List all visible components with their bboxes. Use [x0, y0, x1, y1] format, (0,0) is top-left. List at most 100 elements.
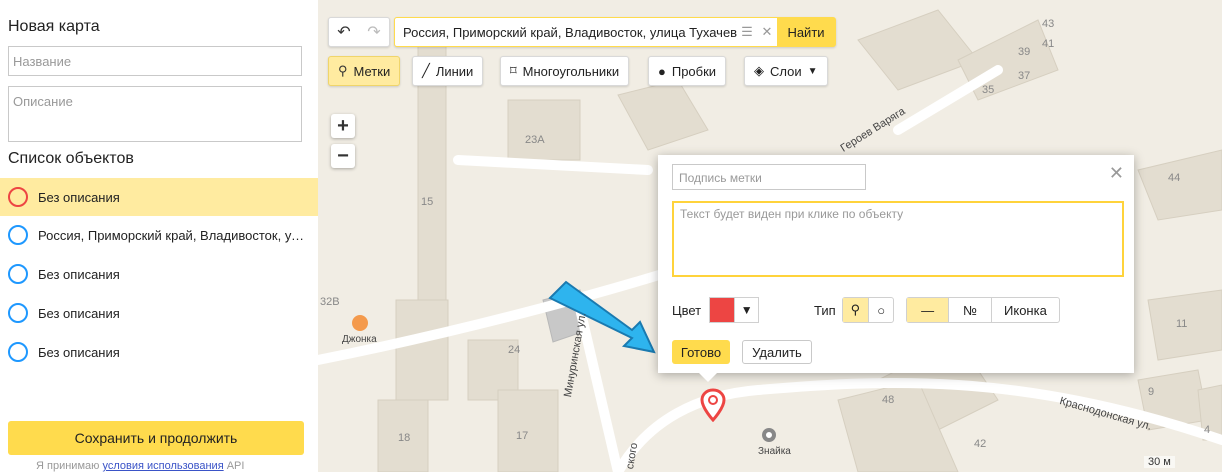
chevron-down-icon[interactable]: ▼: [735, 297, 760, 323]
terms-link[interactable]: условия использования: [102, 460, 223, 472]
circle-shape-icon[interactable]: ○: [868, 298, 893, 322]
house-number: 39: [1018, 46, 1031, 58]
house-number: 4: [1204, 424, 1211, 436]
house-number: 37: [1018, 70, 1031, 82]
clear-icon[interactable]: ✕: [757, 24, 777, 40]
red-placemark-icon[interactable]: [700, 388, 726, 422]
polygons-label: Многоугольники: [522, 63, 620, 79]
house-number: 32В: [320, 296, 340, 308]
layers-icon: ◈: [754, 63, 764, 78]
zoom-out-button[interactable]: −: [331, 144, 355, 168]
polygons-tool-button[interactable]: ⌑ Многоугольники: [500, 56, 630, 86]
building: [507, 99, 581, 161]
object-list-item[interactable]: Без описания: [0, 255, 318, 293]
house-number: 42: [974, 438, 987, 450]
close-icon[interactable]: ✕: [1109, 163, 1124, 184]
layers-button[interactable]: ◈ Слои ▼: [744, 56, 828, 86]
house-number: 15: [421, 196, 434, 208]
building: [617, 79, 709, 151]
object-label: Россия, Приморский край, Владивосток, ул…: [38, 227, 308, 243]
list-icon[interactable]: ☰: [737, 24, 757, 40]
polygon-icon: ⌑: [510, 63, 517, 78]
house-number: 48: [882, 394, 895, 406]
placemark-icon: ⚲: [338, 63, 348, 78]
pin-shape-icon[interactable]: ⚲: [842, 298, 869, 322]
placemark-circle-icon: [8, 225, 28, 245]
traffic-button[interactable]: ● Пробки: [648, 56, 727, 86]
line-icon: ╱: [422, 63, 430, 78]
placemark-circle-icon: [8, 187, 28, 207]
placemark-caption-input[interactable]: Подпись метки: [672, 164, 866, 190]
traffic-icon: ●: [658, 63, 666, 79]
chevron-down-icon: ▼: [807, 65, 818, 77]
content-number-option[interactable]: №: [948, 298, 991, 322]
placemark-editor-popup: Подпись метки ✕ Текст будет виден при кл…: [658, 155, 1134, 373]
placemark-content-toggle: — № Иконка: [906, 297, 1060, 323]
object-list-item[interactable]: Без описания: [0, 294, 318, 332]
object-list-item[interactable]: Без описания: [0, 333, 318, 371]
type-row: Тип ⚲ ○ — № Иконка: [814, 297, 1060, 323]
map-name-input[interactable]: Название: [8, 46, 302, 76]
house-number: 18: [398, 432, 411, 444]
placemark-circle-icon: [8, 342, 28, 362]
house-number: 43: [1042, 18, 1055, 30]
color-label: Цвет: [672, 302, 702, 318]
color-row: Цвет ▼: [672, 297, 760, 323]
left-panel: Новая карта Название Описание Список объ…: [0, 0, 318, 472]
terms-text: Я принимаю условия использования API: [36, 460, 244, 472]
building: [395, 299, 449, 401]
delete-button[interactable]: Удалить: [742, 340, 812, 364]
zoom-in-button[interactable]: +: [331, 114, 355, 138]
school-icon[interactable]: [762, 428, 776, 442]
object-list-item[interactable]: Без описания: [0, 178, 318, 216]
undo-icon[interactable]: ↶: [329, 18, 359, 46]
placemark-text-input[interactable]: Текст будет виден при клике по объекту: [672, 201, 1124, 277]
redo-icon[interactable]: ↷: [359, 18, 389, 46]
poi-label: Знайка: [758, 446, 791, 457]
search-button[interactable]: Найти: [777, 18, 835, 46]
content-none-option[interactable]: —: [907, 298, 949, 322]
map-description-input[interactable]: Описание: [8, 86, 302, 142]
building: [857, 9, 979, 91]
type-label: Тип: [814, 302, 836, 318]
terms-suffix: API: [226, 460, 245, 472]
object-label: Без описания: [38, 305, 120, 321]
house-number: 35: [982, 84, 995, 96]
placemarks-tool-button[interactable]: ⚲ Метки: [328, 56, 401, 86]
placemark-circle-icon: [8, 303, 28, 323]
terms-prefix: Я принимаю: [36, 460, 100, 472]
house-number: 24: [508, 344, 521, 356]
color-swatch[interactable]: [709, 297, 736, 323]
house-number: 11: [1176, 318, 1188, 330]
placemark-circle-icon: [8, 264, 28, 284]
traffic-label: Пробки: [671, 63, 717, 79]
map-scale: 30 м: [1144, 456, 1175, 468]
placemark-shape-toggle: ⚲ ○: [841, 297, 895, 323]
placemarks-label: Метки: [353, 63, 391, 79]
lines-tool-button[interactable]: ╱ Линии: [412, 56, 484, 86]
object-list-title: Список объектов: [8, 150, 134, 167]
search-box: Россия, Приморский край, Владивосток, ул…: [394, 17, 836, 47]
house-number: 41: [1042, 38, 1055, 50]
object-label: Без описания: [38, 266, 120, 282]
object-label: Без описания: [38, 344, 120, 360]
lines-label: Линии: [435, 63, 474, 79]
building: [1137, 149, 1222, 221]
popup-tail: [698, 372, 718, 382]
restaurant-icon[interactable]: [352, 315, 368, 331]
done-button[interactable]: Готово: [672, 340, 730, 364]
object-label: Без описания: [38, 189, 120, 205]
map-canvas[interactable]: 23А 15 32В 24 18 17 48 42 43 41 39 37 35…: [318, 0, 1222, 472]
poi-label: Джонка: [342, 334, 377, 345]
undo-redo-group: ↶ ↷: [328, 17, 390, 47]
house-number: 23А: [525, 134, 545, 146]
layers-label: Слои: [770, 63, 802, 79]
content-icon-option[interactable]: Иконка: [991, 298, 1059, 322]
save-and-continue-button[interactable]: Сохранить и продолжить: [8, 421, 304, 455]
road: [453, 155, 653, 175]
house-number: 17: [516, 430, 529, 442]
map-title: Новая карта: [8, 18, 100, 35]
house-number: 9: [1148, 386, 1155, 398]
object-list-item[interactable]: Россия, Приморский край, Владивосток, ул…: [0, 216, 318, 254]
search-input[interactable]: Россия, Приморский край, Владивосток, ул…: [395, 25, 737, 40]
